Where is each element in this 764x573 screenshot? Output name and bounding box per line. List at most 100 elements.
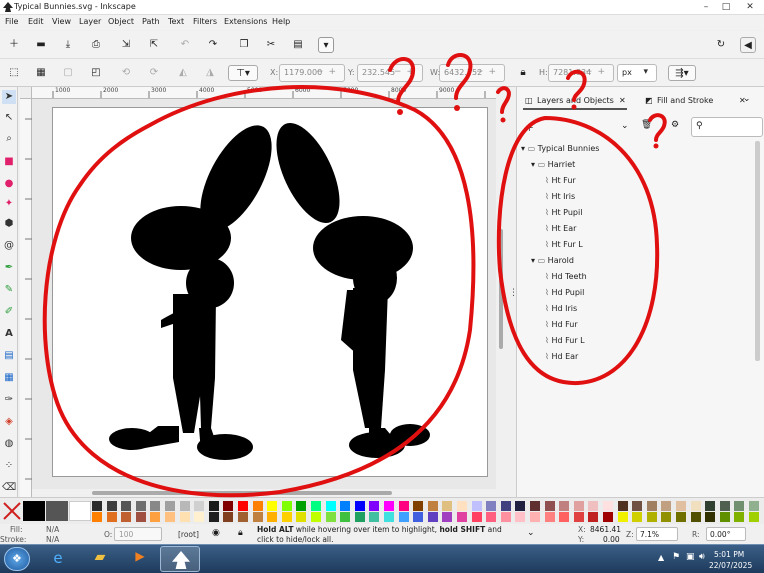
canvas[interactable] (32, 99, 496, 489)
color-swatch[interactable] (325, 512, 336, 522)
h-stepper-icon[interactable]: −+ (585, 67, 610, 77)
color-swatch[interactable] (398, 501, 409, 511)
color-swatch[interactable] (179, 501, 190, 511)
tweak-tool-icon[interactable]: ◍ (2, 437, 16, 451)
color-swatch[interactable] (267, 512, 278, 522)
color-swatch[interactable] (676, 501, 686, 511)
menu-text[interactable]: Text (168, 17, 184, 26)
current-layer[interactable]: [root] (178, 530, 199, 539)
settings-gear-icon[interactable]: ⚙ (671, 120, 679, 130)
paint-bucket-tool-icon[interactable]: ◈ (2, 415, 16, 429)
color-swatch[interactable] (150, 512, 161, 522)
rectangle-tool-icon[interactable]: ■ (2, 155, 16, 169)
tree-object-row[interactable]: ⌇ Hd Pupil (545, 285, 584, 301)
color-swatch[interactable] (427, 512, 438, 522)
rotate-ccw-icon[interactable]: ⟲ (118, 65, 134, 81)
color-swatch[interactable] (281, 501, 292, 511)
no-paint-x-icon[interactable] (2, 501, 22, 521)
color-swatch[interactable] (384, 501, 394, 511)
color-swatch[interactable] (325, 501, 336, 511)
horizontal-scroll-thumb[interactable] (92, 491, 392, 495)
menu-filters[interactable]: Filters (193, 17, 217, 26)
color-swatch[interactable] (515, 512, 526, 522)
color-swatch[interactable] (646, 501, 657, 511)
color-swatch[interactable] (92, 501, 102, 511)
color-swatch[interactable] (179, 512, 190, 522)
export-icon[interactable]: ⇱ (146, 37, 162, 53)
menu-help[interactable]: Help (272, 17, 290, 26)
node-tool-icon[interactable]: ↖ (2, 111, 16, 125)
flip-vertical-icon[interactable]: ◮ (202, 65, 218, 81)
color-swatch[interactable] (208, 512, 219, 522)
rotate-cw-icon[interactable]: ⟳ (146, 65, 162, 81)
tree-object-row[interactable]: ⌇ Hd Iris (545, 301, 577, 317)
vertical-ruler[interactable] (20, 99, 32, 497)
add-layer-icon[interactable]: ＋ (525, 121, 534, 134)
color-swatch[interactable] (238, 501, 248, 511)
color-swatch[interactable] (588, 501, 599, 511)
color-swatch[interactable] (544, 501, 555, 511)
menu-object[interactable]: Object (108, 17, 134, 26)
tabs-menu-chevron-icon[interactable]: ⌄ (743, 94, 751, 104)
lock-icon[interactable]: 🔒︎ (238, 528, 243, 538)
gradient-tool-icon[interactable]: ▤ (2, 349, 16, 363)
color-swatch[interactable] (121, 512, 132, 522)
tree-folder-row[interactable]: ▾ ▭ Harold (531, 253, 574, 269)
tree-object-row[interactable]: ⌇ Hd Teeth (545, 269, 587, 285)
close-tab-icon[interactable]: ✕ (619, 92, 626, 110)
tree-folder-row[interactable]: ▾ ▭ Typical Bunnies (521, 141, 599, 157)
align-dropdown-icon[interactable]: ⊤▾ (228, 65, 258, 81)
lock-ratio-icon[interactable]: 🔒︎ (515, 65, 531, 81)
file-explorer-icon[interactable]: ▰ (88, 549, 112, 569)
more-commands-dropdown-icon[interactable]: ▾ (318, 37, 334, 53)
tree-scrollbar[interactable] (755, 141, 760, 361)
x-stepper-icon[interactable]: −+ (316, 67, 341, 77)
color-swatch[interactable] (354, 501, 365, 511)
color-swatch[interactable] (106, 501, 117, 511)
internet-explorer-icon[interactable]: e (46, 549, 70, 569)
color-swatch[interactable] (165, 501, 175, 511)
start-button[interactable]: ❖ (4, 547, 30, 571)
print-icon[interactable]: ⎙ (88, 37, 104, 53)
color-swatch[interactable] (223, 501, 234, 511)
color-swatch[interactable] (705, 512, 716, 522)
layer-options-chevron-icon[interactable]: ⌄ (621, 121, 629, 131)
select-all-layers-icon[interactable]: ▦ (33, 65, 49, 81)
zoom-tool-icon[interactable]: ⌕ (2, 132, 16, 146)
3d-box-tool-icon[interactable]: ⬢ (2, 217, 16, 231)
menu-layer[interactable]: Layer (79, 17, 101, 26)
panel-resize-handle-icon[interactable]: ⋮ (509, 288, 518, 300)
color-swatch[interactable] (690, 512, 701, 522)
color-swatch[interactable] (457, 512, 467, 522)
color-swatch[interactable] (617, 512, 628, 522)
y-field[interactable]: Y: 232.545 −+ (348, 64, 423, 82)
color-swatch[interactable] (690, 501, 701, 511)
transform-options-icon[interactable]: ⇶▾ (668, 65, 696, 81)
menu-view[interactable]: View (52, 17, 71, 26)
volume-icon[interactable]: 🔊︎ (699, 552, 705, 562)
tab-fill-and-stroke[interactable]: ◩ Fill and Stroke ✕ (643, 92, 747, 110)
opacity-field[interactable]: 100 (114, 527, 162, 541)
color-swatch[interactable] (749, 501, 759, 511)
color-swatch[interactable] (442, 501, 453, 511)
color-swatch[interactable] (500, 512, 511, 522)
unit-select[interactable]: px ▾ (617, 64, 657, 82)
cut-icon[interactable]: ✂ (263, 37, 279, 53)
bunnies-artwork[interactable] (53, 108, 489, 478)
zoom-field[interactable]: 7.1% (636, 527, 678, 541)
color-swatch[interactable] (135, 512, 146, 522)
clock-date[interactable]: 22/07/2025 (709, 561, 752, 570)
color-swatch[interactable] (296, 512, 307, 522)
color-swatch[interactable] (617, 501, 628, 511)
w-field[interactable]: W: 6432.752 −+ (430, 64, 505, 82)
media-player-icon[interactable]: ▶ (128, 549, 152, 569)
color-swatch[interactable] (530, 501, 540, 511)
color-swatch[interactable] (398, 512, 409, 522)
tree-object-row[interactable]: ⌇ Ht Iris (545, 189, 575, 205)
swatch-white[interactable] (69, 501, 91, 521)
delete-trash-icon[interactable]: 🗑︎ (641, 120, 652, 130)
import-icon[interactable]: ⇲ (118, 37, 134, 53)
color-swatch[interactable] (369, 512, 380, 522)
action-center-flag-icon[interactable]: ⚑ (672, 552, 680, 562)
deselect-icon[interactable]: ▢ (60, 65, 76, 81)
